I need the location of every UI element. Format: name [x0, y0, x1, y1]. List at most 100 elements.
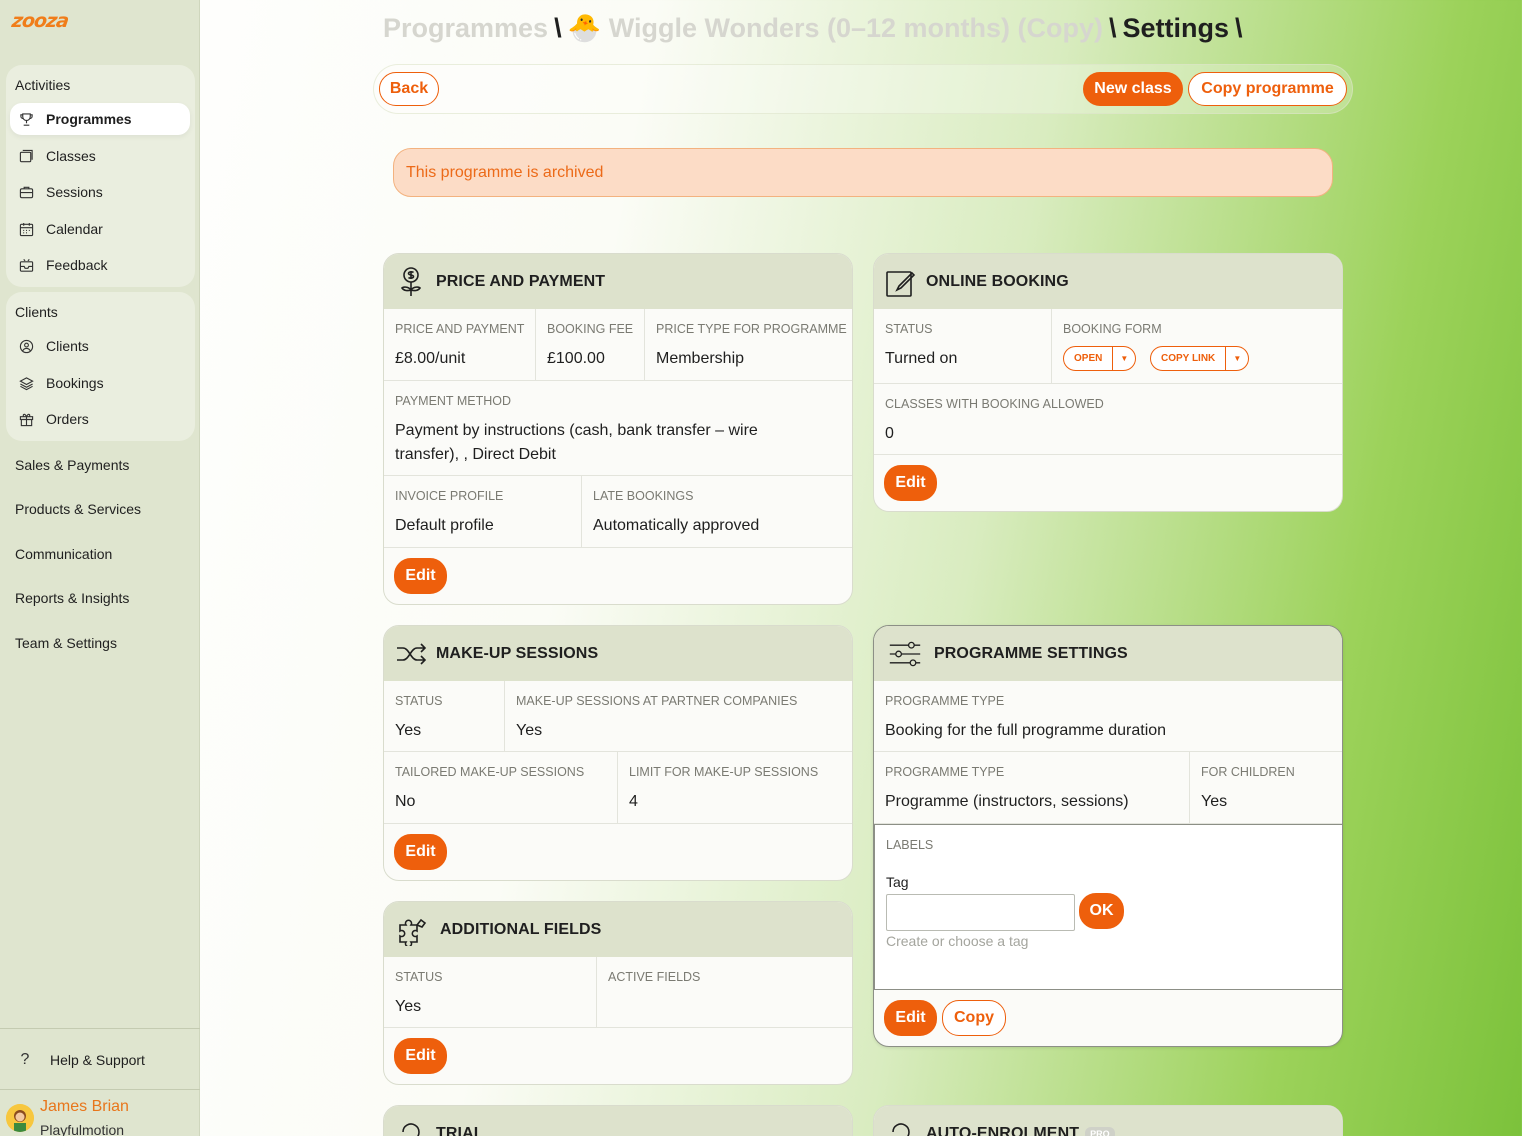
sidebar-item-label: Programmes: [46, 111, 132, 127]
new-class-button[interactable]: New class: [1083, 72, 1183, 106]
edit-button[interactable]: Edit: [884, 465, 937, 501]
pro-badge: PRO: [1085, 1126, 1115, 1136]
field-value: Yes: [1201, 793, 1228, 810]
hook-icon: [394, 1117, 428, 1136]
makeup-sessions-card: MAKE-UP SESSIONS STATUS Yes MAKE-UP SESS…: [383, 625, 853, 881]
invoice-cell: INVOICE PROFILE Default profile: [384, 476, 582, 548]
tag-hint: Create or choose a tag: [886, 933, 1029, 949]
breadcrumb-programmes[interactable]: Programmes: [383, 13, 548, 43]
money-plant-icon: [394, 265, 428, 299]
trial-card: TRIAL: [383, 1105, 853, 1136]
sidebar-item-classes[interactable]: Classes: [10, 140, 190, 172]
sidebar-item-bookings[interactable]: Bookings: [10, 367, 190, 399]
sidebar-item-calendar[interactable]: Calendar: [10, 213, 190, 245]
makeup-partner-cell: MAKE-UP SESSIONS AT PARTNER COMPANIES Ye…: [504, 681, 852, 752]
field-value: Yes: [395, 722, 422, 739]
field-label: STATUS: [885, 322, 933, 336]
field-label: ACTIVE FIELDS: [608, 970, 701, 984]
card-header: MAKE-UP SESSIONS: [384, 626, 852, 681]
sidebar-divider: [0, 1089, 200, 1090]
clients-title: Clients: [15, 304, 58, 320]
sidebar-link-sales-payments[interactable]: Sales & Payments: [15, 457, 129, 473]
field-label: STATUS: [395, 970, 443, 984]
clients-group: Clients Clients Bookings Orders: [6, 292, 195, 441]
sidebar-divider: [0, 1028, 200, 1029]
open-form-button[interactable]: OPEN ▼: [1063, 346, 1137, 371]
card-header: TRIAL: [384, 1106, 852, 1136]
trophy-icon: [18, 112, 34, 126]
sidebar-link-reports-insights[interactable]: Reports & Insights: [15, 590, 129, 606]
booking-form-cell: BOOKING FORM OPEN ▼ COPY LINK ▼: [1051, 309, 1342, 384]
activities-title: Activities: [15, 77, 71, 93]
card-header: ADDITIONAL FIELDS: [384, 902, 852, 957]
sidebar-item-feedback[interactable]: Feedback: [10, 249, 190, 281]
open-label[interactable]: OPEN: [1064, 347, 1114, 370]
field-label: CLASSES WITH BOOKING ALLOWED: [885, 397, 1104, 411]
layers-icon: [18, 376, 34, 390]
auto-enrolment-card: AUTO-ENROLMENT PRO: [873, 1105, 1343, 1136]
tag-input[interactable]: [886, 894, 1075, 931]
calendar-icon: [18, 222, 34, 236]
edit-button[interactable]: Edit: [394, 1038, 447, 1074]
field-label: MAKE-UP SESSIONS AT PARTNER COMPANIES: [516, 694, 798, 708]
field-label: LABELS: [886, 838, 934, 852]
card-title: AUTO-ENROLMENT: [926, 1124, 1080, 1136]
sidebar-link-products-services[interactable]: Products & Services: [15, 501, 141, 517]
price-type-cell: PRICE TYPE FOR PROGRAMME Membership: [644, 309, 852, 381]
sidebar-link-communication[interactable]: Communication: [15, 546, 112, 562]
copy-link-label[interactable]: COPY LINK: [1151, 347, 1227, 370]
avatar: [6, 1104, 34, 1132]
copy-link-button[interactable]: COPY LINK ▼: [1150, 346, 1250, 371]
card-header: ONLINE BOOKING: [874, 254, 1342, 309]
sidebar-item-orders[interactable]: Orders: [10, 403, 190, 435]
help-support-link[interactable]: ? Help & Support: [0, 1044, 200, 1076]
chevron-down-icon[interactable]: ▼: [1113, 354, 1135, 363]
field-value: Yes: [516, 722, 543, 739]
additional-status-cell: STATUS Yes: [384, 957, 597, 1028]
user-name: James Brian: [40, 1098, 129, 1115]
sidebar-item-label: Bookings: [46, 375, 104, 391]
field-label: PRICE TYPE FOR PROGRAMME: [656, 322, 847, 336]
field-label: PROGRAMME TYPE: [885, 765, 1005, 779]
chevron-down-icon[interactable]: ▼: [1226, 354, 1248, 363]
field-value: Default profile: [395, 517, 494, 534]
edit-button[interactable]: Edit: [394, 558, 447, 594]
breadcrumb-separator: \: [1109, 13, 1117, 43]
breadcrumb-separator: \: [554, 13, 562, 43]
zooza-logo[interactable]: zooza: [10, 10, 69, 32]
card-title: TRIAL: [436, 1124, 484, 1136]
back-button[interactable]: Back: [379, 72, 439, 106]
field-label: BOOKING FORM: [1063, 322, 1162, 336]
field-label: INVOICE PROFILE: [395, 489, 504, 503]
ok-button[interactable]: OK: [1079, 893, 1124, 929]
sidebar-item-label: Clients: [46, 338, 89, 354]
price-cell: PRICE AND PAYMENT £8.00/unit: [384, 309, 536, 381]
makeup-limit-cell: LIMIT FOR MAKE-UP SESSIONS 4: [617, 752, 852, 824]
breadcrumb-programme[interactable]: 🐣 Wiggle Wonders (0–12 months) (Copy): [568, 13, 1103, 43]
breadcrumb-separator: \: [1235, 13, 1243, 43]
sidebar-item-sessions[interactable]: Sessions: [10, 176, 190, 208]
sidebar-item-clients[interactable]: Clients: [10, 330, 190, 362]
field-value: Membership: [656, 350, 745, 367]
field-label: LATE BOOKINGS: [593, 489, 694, 503]
card-header: PRICE AND PAYMENT: [384, 254, 852, 309]
sidebar-link-team-settings[interactable]: Team & Settings: [15, 635, 117, 651]
card-header: PROGRAMME SETTINGS: [874, 626, 1342, 681]
sidebar-item-programmes[interactable]: Programmes: [10, 103, 190, 135]
inbox-icon: [18, 258, 34, 272]
copy-programme-button[interactable]: Copy programme: [1188, 72, 1347, 106]
field-value: Programme (instructors, sessions): [885, 793, 1129, 810]
hook-icon: [884, 1117, 918, 1136]
field-label: BOOKING FEE: [547, 322, 634, 336]
programme-type-2-cell: PROGRAMME TYPE Programme (instructors, s…: [874, 752, 1190, 824]
makeup-status-cell: STATUS Yes: [384, 681, 505, 752]
edit-button[interactable]: Edit: [394, 834, 447, 870]
copy-button[interactable]: Copy: [942, 1000, 1006, 1036]
edit-button[interactable]: Edit: [884, 1000, 937, 1036]
sliders-icon: [884, 637, 926, 671]
field-label: FOR CHILDREN: [1201, 765, 1295, 779]
field-label: STATUS: [395, 694, 443, 708]
field-value: 4: [629, 793, 638, 810]
field-value: Booking for the full programme duration: [885, 722, 1167, 739]
programme-settings-card: PROGRAMME SETTINGS PROGRAMME TYPE Bookin…: [873, 625, 1343, 1047]
